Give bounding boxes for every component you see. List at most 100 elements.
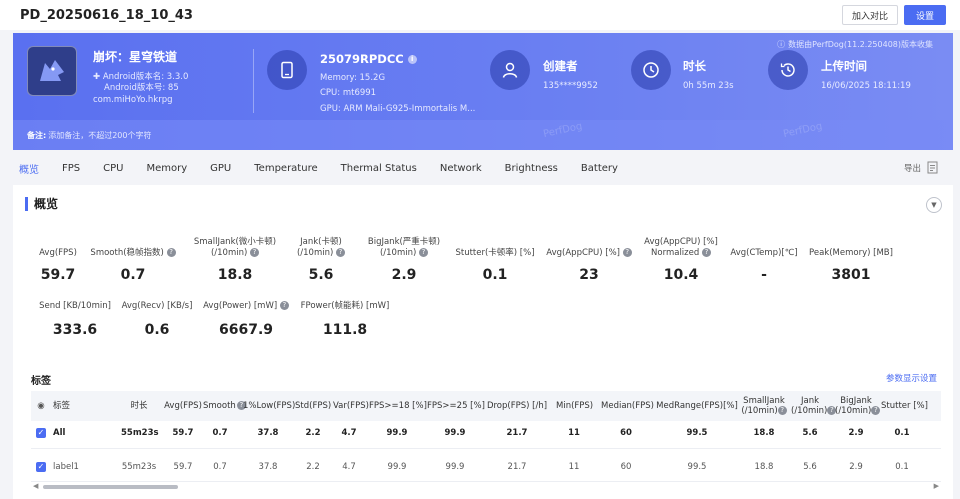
table-cell: 59.7 <box>173 462 193 472</box>
collapse-button[interactable]: ▼ <box>926 197 942 213</box>
tab-overview[interactable]: 概览 <box>19 152 39 184</box>
tab-temperature[interactable]: Temperature <box>254 152 317 184</box>
app-name: 崩坏：星穹铁道 <box>93 50 178 64</box>
help-icon[interactable]: ? <box>622 248 632 257</box>
table-cell: 5.6 <box>803 462 817 472</box>
device-memory: Memory: 15.2G <box>320 73 386 83</box>
clock-icon <box>631 50 671 90</box>
phone-icon <box>267 50 307 90</box>
column-header[interactable]: FPS>=25 [%] <box>427 401 485 411</box>
column-header[interactable]: 1%Low(FPS) <box>243 401 295 411</box>
add-compare-button[interactable]: 加入对比 <box>841 5 898 25</box>
android-icon: ✚ <box>93 72 103 82</box>
metric-avg-appcpu-normalized: Avg(AppCPU) [%] Normalized ? 10.4 <box>644 237 718 283</box>
help-icon[interactable]: ? <box>419 248 429 257</box>
table-cell: label1 <box>53 462 79 472</box>
table-cell: 2.2 <box>306 462 320 472</box>
table-cell: 60 <box>620 462 632 472</box>
metric-avg-ctemp: Avg(CTemp)[℃] - <box>730 248 798 283</box>
table-cell: 60 <box>620 428 632 438</box>
metric-smooth: Smooth(稳帧指数) ? 0.7 <box>85 237 181 283</box>
table-cell: 18.8 <box>754 462 774 472</box>
help-icon[interactable]: ? <box>701 248 711 257</box>
table-cell: 21.7 <box>506 428 528 438</box>
column-header[interactable]: SmallJank (/10min)? <box>741 396 787 416</box>
remark-input[interactable]: 添加备注，不超过200个字符 <box>48 130 151 141</box>
column-header[interactable]: Median(FPS) <box>601 401 654 411</box>
metric-avg-power: Avg(Power) [mW] ? 6667.9 <box>199 301 293 338</box>
metric-fpower: FPower(帧能耗) [mW] 111.8 <box>300 301 390 338</box>
device-name: 25079RPDCC i <box>320 52 417 66</box>
overview-panel: 概览 ▼ Avg(FPS) 59.7 Smooth(稳帧指数) ? 0.7 Sm… <box>13 185 953 499</box>
table-cell: 99.9 <box>444 428 466 438</box>
metric-avg-recv: Avg(Recv) [KB/s] 0.6 <box>121 301 193 338</box>
eye-icon[interactable]: ◉ <box>35 401 47 411</box>
tab-battery[interactable]: Battery <box>581 152 618 184</box>
tab-network[interactable]: Network <box>440 152 482 184</box>
table-cell: 0.1 <box>895 462 909 472</box>
table-cell: 37.8 <box>258 462 278 472</box>
table-cell: 55m23s <box>121 428 159 438</box>
tab-cpu[interactable]: CPU <box>103 152 123 184</box>
duration-value: 0h 55m 23s <box>683 81 734 91</box>
tab-fps[interactable]: FPS <box>62 152 80 184</box>
row-checkbox[interactable]: ✓ <box>36 428 46 438</box>
chevron-down-icon: ▼ <box>931 201 937 209</box>
overview-title: 概览 <box>25 197 58 211</box>
table-cell: 2.2 <box>305 428 321 438</box>
collector-notice: ⓘ 数据由PerfDog(11.2.250408)版本收集 <box>777 40 933 49</box>
export-button[interactable]: 导出 <box>904 161 939 174</box>
column-header[interactable]: Avg(FPS) <box>163 401 203 411</box>
table-cell: 4.7 <box>342 462 356 472</box>
settings-button[interactable]: 设置 <box>903 5 946 25</box>
scrollbar-thumb[interactable] <box>43 485 178 489</box>
column-header[interactable]: Stutter [%] <box>881 401 928 411</box>
table-cell: 4.7 <box>341 428 357 438</box>
app-package: com.miHoYo.hkrpg <box>93 95 173 105</box>
table-cell: 0.1 <box>894 428 910 438</box>
metric-peak-memory: Peak(Memory) [MB] 3801 <box>809 248 893 283</box>
horizontal-scrollbar[interactable]: ◀ ▶ <box>31 482 941 490</box>
upload-value: 16/06/2025 18:11:19 <box>821 81 911 91</box>
column-header[interactable]: MedRange(FPS)[%] <box>651 401 743 411</box>
help-icon[interactable]: ? <box>336 248 346 257</box>
tab-gpu[interactable]: GPU <box>210 152 231 184</box>
app-icon <box>27 46 77 96</box>
column-header[interactable]: 时长 <box>121 401 157 411</box>
metric-smalljank: SmallJank(微小卡顿) (/10min) ? 18.8 <box>193 237 277 283</box>
column-header[interactable]: BigJank (/10min)? <box>835 396 881 416</box>
help-icon[interactable]: ? <box>250 248 260 257</box>
table-cell: 99.9 <box>387 462 407 472</box>
row-divider <box>31 448 941 449</box>
column-header[interactable]: Std(FPS) <box>295 401 331 411</box>
scroll-left-icon[interactable]: ◀ <box>33 482 38 490</box>
column-header[interactable]: Var(FPS) <box>333 401 369 411</box>
tab-brightness[interactable]: Brightness <box>505 152 558 184</box>
param-display-settings-link[interactable]: 参数显示设置 <box>886 372 937 384</box>
help-icon[interactable]: ? <box>279 301 289 310</box>
table-cell: 21.7 <box>507 462 527 472</box>
help-icon[interactable]: ? <box>166 248 176 257</box>
metric-send: Send [KB/10min] 333.6 <box>39 301 111 338</box>
column-header[interactable]: Jank (/10min)? <box>791 396 837 416</box>
table-cell: 5.6 <box>802 428 818 438</box>
column-header[interactable]: Smooth? <box>203 401 246 411</box>
history-icon <box>768 50 808 90</box>
table-cell: 0.7 <box>213 462 227 472</box>
tab-thermal-status[interactable]: Thermal Status <box>341 152 417 184</box>
help-icon[interactable]: ? <box>777 406 787 415</box>
app-version-code: Android版本号: 85 <box>104 83 179 93</box>
tab-memory[interactable]: Memory <box>146 152 187 184</box>
table-cell: 99.9 <box>386 428 408 438</box>
device-info-icon[interactable]: i <box>407 55 417 64</box>
device-gpu: GPU: ARM Mali-G925-Immortalis M... <box>320 104 476 114</box>
row-checkbox[interactable]: ✓ <box>36 462 46 472</box>
column-header[interactable]: Drop(FPS) [/h] <box>485 401 549 411</box>
upload-title: 上传时间 <box>821 59 867 73</box>
column-header[interactable]: 标签 <box>53 401 93 411</box>
column-header[interactable]: Min(FPS) <box>556 401 593 411</box>
scroll-right-icon[interactable]: ▶ <box>934 482 939 490</box>
metric-avg-appcpu: Avg(AppCPU) [%] ? 23 <box>541 237 637 283</box>
column-header[interactable]: FPS>=18 [%] <box>369 401 427 411</box>
remark-label: 备注: <box>27 130 47 140</box>
